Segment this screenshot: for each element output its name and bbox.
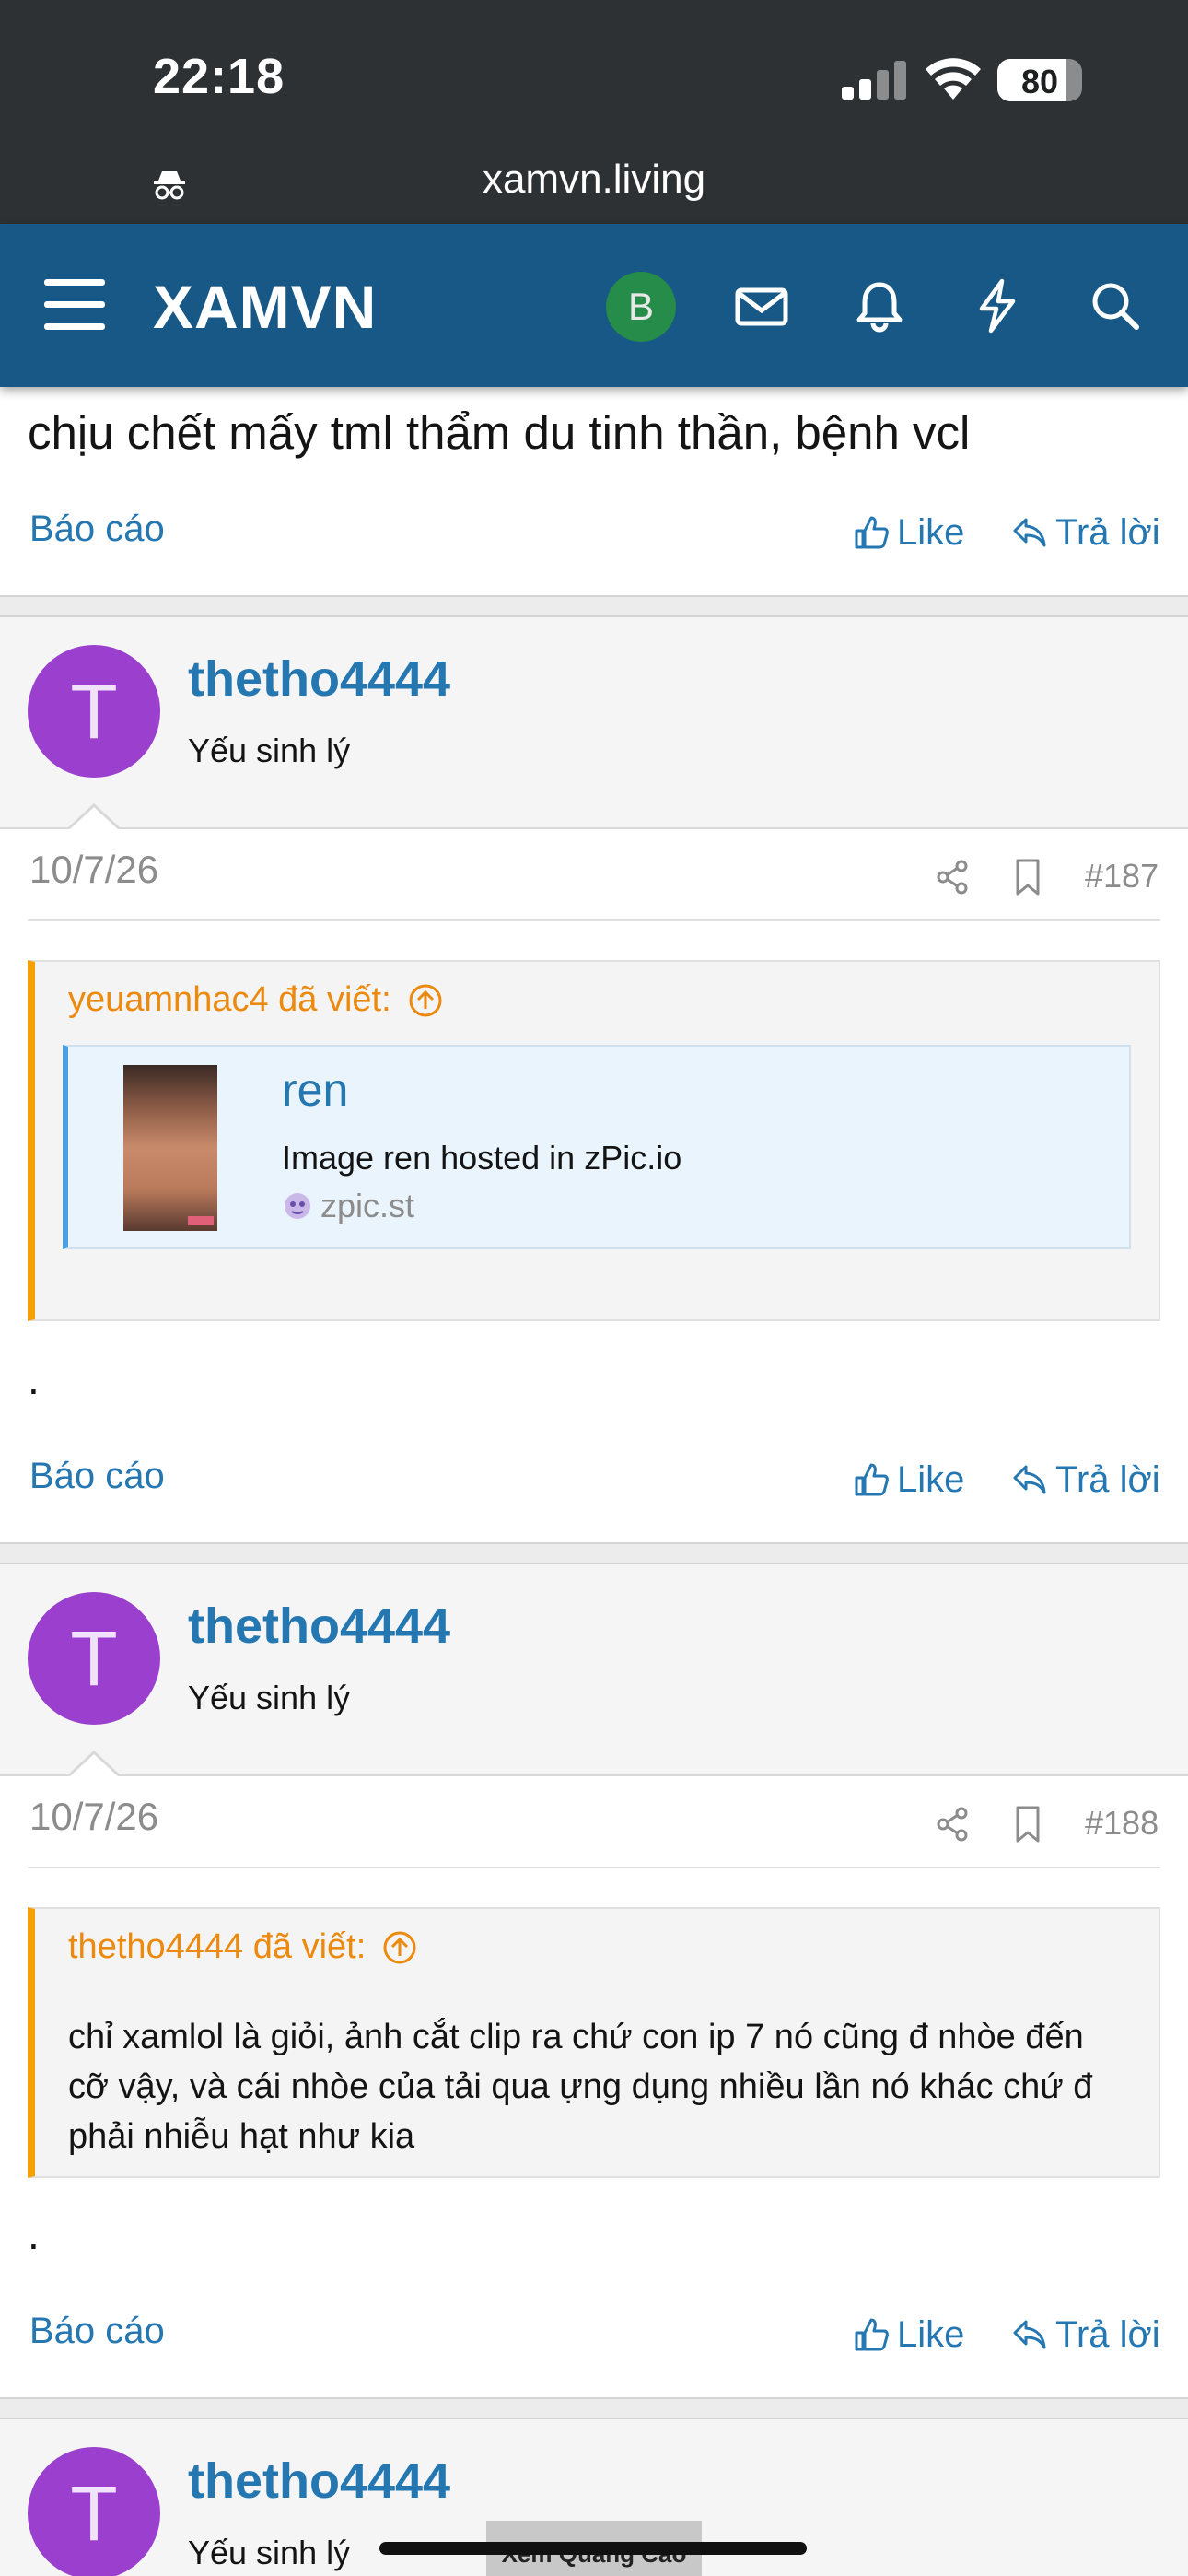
thumbs-up-icon xyxy=(855,516,889,549)
post-user-block: T thetho4444 Yếu sinh lý xyxy=(0,617,1188,829)
post-number[interactable]: #188 xyxy=(1085,1804,1159,1843)
username[interactable]: thetho4444 xyxy=(188,650,450,708)
user-arrow-fill xyxy=(70,1754,118,1776)
battery-nub xyxy=(1074,72,1081,88)
quote-author[interactable]: thetho4444 đã viết: xyxy=(68,1927,417,1967)
post-actions: Báo cáo Like Trả lời xyxy=(0,1445,1188,1518)
quote-block: thetho4444 đã viết: chỉ xamlol là giỏi, … xyxy=(28,1907,1160,2178)
post-number[interactable]: #187 xyxy=(1085,857,1159,896)
quote-author-text: yeuamnhac4 đã viết: xyxy=(68,980,391,1019)
post-meta: 10/7/26 #187 xyxy=(0,829,1188,921)
reply-label: Trả lời xyxy=(1055,511,1160,553)
battery-icon: 80 xyxy=(997,59,1082,101)
reply-label: Trả lời xyxy=(1055,1458,1160,1500)
arrow-up-circle-icon[interactable] xyxy=(408,983,443,1018)
post-meta: 10/7/26 #188 xyxy=(0,1776,1188,1868)
wifi-icon xyxy=(926,58,981,100)
reply-icon xyxy=(1013,2320,1046,2349)
arrow-up-circle-icon[interactable] xyxy=(382,1930,417,1965)
search-icon[interactable] xyxy=(1087,277,1144,334)
site-header: XAMVN B xyxy=(0,224,1188,387)
embed-title[interactable]: ren xyxy=(282,1063,348,1117)
like-button[interactable]: Like xyxy=(853,2307,964,2362)
site-logo[interactable]: XAMVN xyxy=(153,272,377,342)
reply-button[interactable]: Trả lời xyxy=(1011,2307,1160,2362)
user-arrow-fill xyxy=(70,807,118,829)
post-date[interactable]: 10/7/26 xyxy=(29,848,158,892)
post-date[interactable]: 10/7/26 xyxy=(29,1795,158,1839)
cellular-signal-icon xyxy=(842,61,906,100)
like-label: Like xyxy=(897,511,965,553)
report-link[interactable]: Báo cáo xyxy=(29,1456,165,1497)
post-separator xyxy=(0,2397,1188,2419)
reply-label: Trả lời xyxy=(1055,2313,1160,2355)
menu-icon[interactable] xyxy=(44,279,105,331)
share-icon[interactable] xyxy=(932,1804,973,1844)
avatar[interactable]: T xyxy=(28,1592,160,1725)
bell-icon[interactable] xyxy=(851,277,908,334)
like-button[interactable]: Like xyxy=(853,505,964,560)
post-separator xyxy=(0,1542,1188,1564)
status-time: 22:18 xyxy=(153,49,285,104)
username[interactable]: thetho4444 xyxy=(188,1598,450,1655)
reply-button[interactable]: Trả lời xyxy=(1011,1452,1160,1507)
reply-icon xyxy=(1013,1465,1046,1494)
report-link[interactable]: Báo cáo xyxy=(29,509,165,550)
post-separator xyxy=(0,595,1188,617)
quote-author-text: thetho4444 đã viết: xyxy=(68,1927,367,1966)
post-text: chịu chết mấy tml thẩm du tinh thần, bện… xyxy=(28,406,971,459)
post-actions: Báo cáo Like Trả lời xyxy=(0,2300,1188,2373)
quote-author[interactable]: yeuamnhac4 đã viết: xyxy=(68,980,443,1020)
status-bar: 22:18 80 xamvn.living xyxy=(0,0,1188,224)
url-bar[interactable]: xamvn.living xyxy=(0,157,1188,203)
quote-text: chỉ xamlol là giỏi, ảnh cắt clip ra chứ … xyxy=(68,2018,1093,2156)
like-label: Like xyxy=(897,1458,965,1500)
bookmark-icon[interactable] xyxy=(1009,857,1046,897)
embed-site: zpic.st xyxy=(282,1187,414,1225)
meta-divider xyxy=(28,1867,1160,1868)
like-label: Like xyxy=(897,2313,965,2355)
user-title: Yếu sinh lý xyxy=(188,1679,351,1716)
reply-button[interactable]: Trả lời xyxy=(1011,505,1160,560)
post-actions: Báo cáo Like Trả lời xyxy=(0,498,1188,571)
post-user-block: T thetho4444 Yếu sinh lý xyxy=(0,1564,1188,1776)
report-link[interactable]: Báo cáo xyxy=(29,2311,165,2352)
embed-thumbnail[interactable] xyxy=(123,1065,217,1231)
thumbs-up-icon xyxy=(855,1463,889,1496)
reply-icon xyxy=(1013,518,1046,547)
meta-divider xyxy=(28,919,1160,921)
avatar[interactable]: T xyxy=(28,2447,160,2576)
post-body: . xyxy=(28,1355,40,1403)
bookmark-icon[interactable] xyxy=(1009,1804,1046,1844)
embed-description: Image ren hosted in zPic.io xyxy=(282,1139,682,1177)
home-indicator[interactable] xyxy=(379,2542,807,2555)
quote-block: yeuamnhac4 đã viết: ren Image ren hosted… xyxy=(28,960,1160,1321)
mail-icon[interactable] xyxy=(733,277,790,334)
user-title: Yếu sinh lý xyxy=(188,2534,351,2571)
link-embed[interactable]: ren Image ren hosted in zPic.io zpic.st xyxy=(63,1045,1131,1249)
share-icon[interactable] xyxy=(932,857,973,897)
account-avatar[interactable]: B xyxy=(606,272,676,342)
embed-site-text: zpic.st xyxy=(320,1187,415,1224)
thumbs-up-icon xyxy=(855,2318,889,2351)
user-title: Yếu sinh lý xyxy=(188,732,351,769)
like-button[interactable]: Like xyxy=(853,1452,964,1507)
lightning-icon[interactable] xyxy=(969,277,1026,334)
avatar[interactable]: T xyxy=(28,645,160,778)
post-body: . xyxy=(28,2210,40,2258)
site-favicon-icon xyxy=(285,1193,310,1219)
username[interactable]: thetho4444 xyxy=(188,2453,450,2510)
battery-percent: 80 xyxy=(1020,63,1059,100)
